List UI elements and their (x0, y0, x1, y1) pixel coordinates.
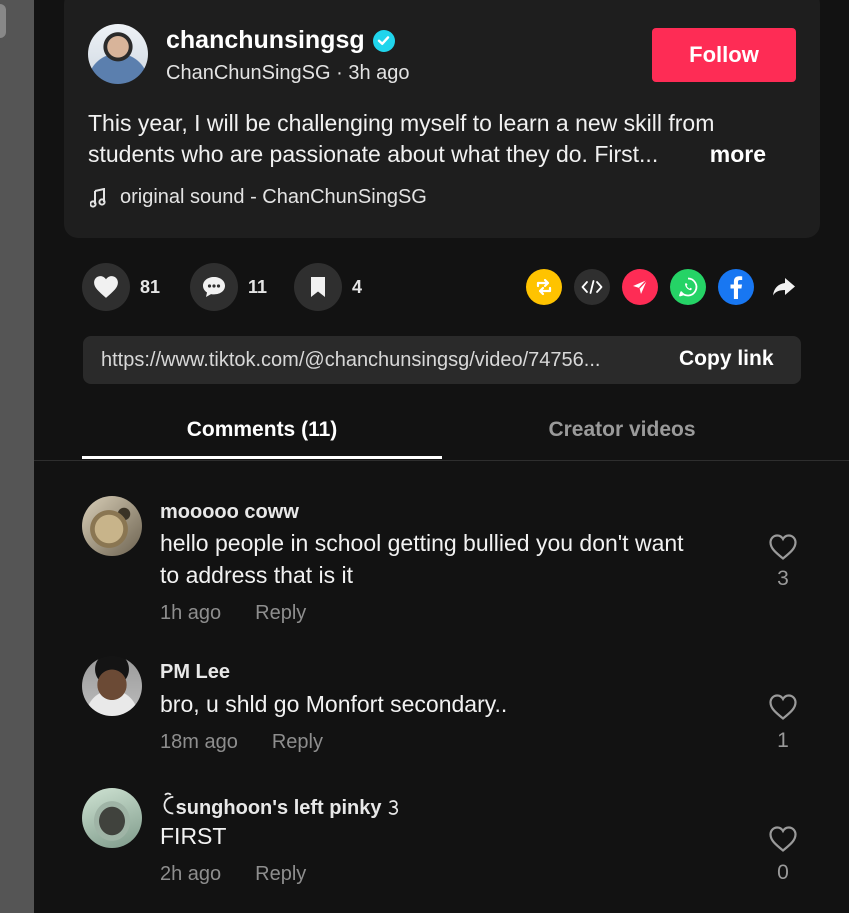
sound-name[interactable]: original sound - ChanChunSingSG (120, 186, 427, 209)
heart-outline-icon[interactable] (768, 533, 798, 561)
video-detail-panel: chanchunsingsg ChanChunSingSG · 3h ago F… (34, 0, 849, 913)
whatsapp-icon[interactable] (670, 269, 706, 305)
comment-text: FIRST (160, 820, 750, 852)
comment-time: 18m ago (160, 731, 238, 753)
comment-text-line: hello people in school getting bullied y… (160, 530, 684, 556)
comment-meta: 2h ago Reply (160, 863, 306, 886)
reply-button[interactable]: Reply (272, 731, 323, 754)
save-action[interactable]: 4 (294, 263, 362, 311)
comment-text: hello people in school getting bullied y… (160, 527, 750, 591)
author-avatar[interactable] (88, 24, 148, 84)
verified-badge-icon (372, 29, 395, 52)
author-subline: ChanChunSingSG · 3h ago (166, 62, 410, 85)
send-icon[interactable] (622, 269, 658, 305)
comment-meta: 18m ago Reply (160, 731, 323, 754)
separator-dot: · (336, 62, 343, 84)
comment-bubble-icon[interactable] (190, 263, 238, 311)
comment-text-line: bro, u shld go Monfort secondary.. (160, 691, 508, 717)
scroll-handle[interactable] (0, 4, 6, 38)
avatar[interactable] (82, 788, 142, 848)
comment-count: 11 (248, 276, 268, 297)
more-button[interactable]: more (710, 139, 766, 170)
avatar[interactable] (82, 496, 142, 556)
comment-username[interactable]: mooooo coww (160, 501, 299, 524)
author-handle: ChanChunSingSG (166, 62, 331, 84)
left-edge-strip (0, 0, 34, 913)
post-caption: This year, I will be challenging myself … (88, 108, 808, 170)
author-username-row[interactable]: chanchunsingsg (166, 26, 395, 55)
post-info-card: chanchunsingsg ChanChunSingSG · 3h ago F… (64, 0, 820, 238)
reply-button[interactable]: Reply (255, 863, 306, 886)
comment-time: 1h ago (160, 602, 222, 624)
author-username[interactable]: chanchunsingsg (166, 26, 365, 55)
active-tab-indicator (82, 456, 442, 459)
heart-outline-icon[interactable] (768, 693, 798, 721)
copy-link-bar: https://www.tiktok.com/@chanchunsingsg/v… (83, 336, 801, 384)
like-count: 81 (140, 276, 161, 297)
comment-like-count: 1 (777, 729, 789, 752)
sound-link[interactable]: original sound - ChanChunSingSG (90, 186, 427, 209)
copy-link-button[interactable]: Copy link (679, 347, 774, 371)
caption-line: students who are passionate about what t… (88, 141, 659, 167)
follow-button[interactable]: Follow (652, 28, 796, 82)
comment-text-line: to address that is it (160, 562, 354, 588)
tab-comments[interactable]: Comments (11) (82, 418, 442, 442)
embed-icon[interactable] (574, 269, 610, 305)
music-note-icon (90, 187, 106, 208)
tab-divider (34, 460, 849, 461)
comment-username[interactable]: ꉓsunghoon's left pinky 𝟹 (160, 793, 400, 820)
comment-username[interactable]: PM Lee (160, 661, 230, 684)
comment-time: 2h ago (160, 863, 222, 885)
video-url[interactable]: https://www.tiktok.com/@chanchunsingsg/v… (101, 349, 653, 372)
avatar[interactable] (82, 656, 142, 716)
repost-icon[interactable] (526, 269, 562, 305)
comment-text-line: FIRST (160, 823, 227, 849)
bookmark-icon[interactable] (294, 263, 342, 311)
reply-button[interactable]: Reply (255, 602, 306, 625)
comment-like-count: 0 (777, 861, 789, 884)
heart-icon[interactable] (82, 263, 130, 311)
save-count: 4 (352, 276, 363, 297)
like-action[interactable]: 81 (82, 263, 160, 311)
comment-meta: 1h ago Reply (160, 602, 306, 625)
caption-line: This year, I will be challenging myself … (88, 110, 715, 136)
facebook-icon[interactable] (718, 269, 754, 305)
post-time: 3h ago (348, 62, 410, 84)
tab-creator-videos[interactable]: Creator videos (442, 418, 802, 442)
share-arrow-icon[interactable] (766, 269, 802, 305)
comment-text: bro, u shld go Monfort secondary.. (160, 688, 750, 720)
heart-outline-icon[interactable] (768, 825, 798, 853)
comment-like-count: 3 (777, 567, 789, 590)
comment-action[interactable]: 11 (190, 263, 267, 311)
